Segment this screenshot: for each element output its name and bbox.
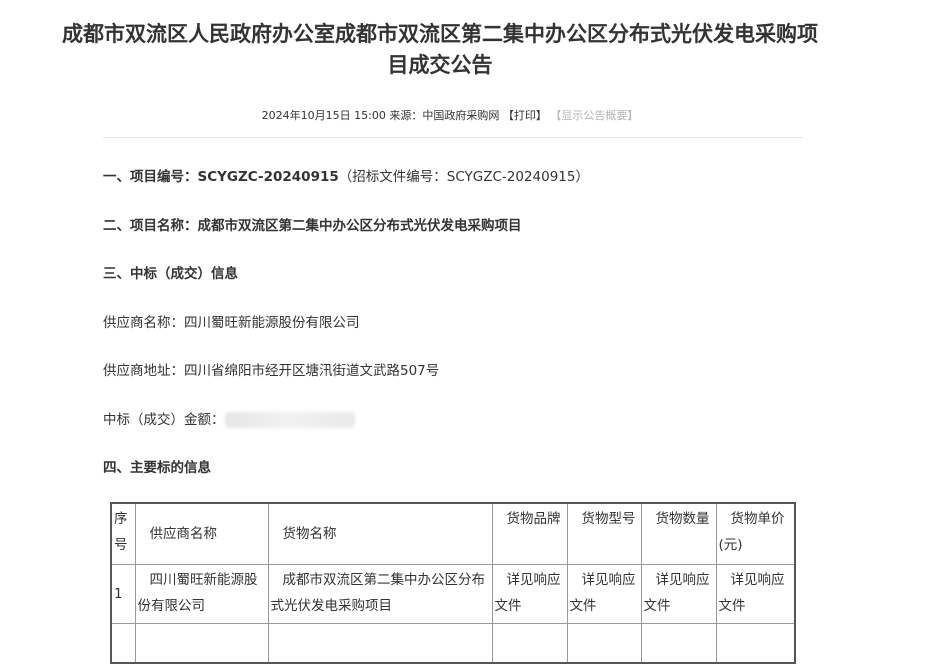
cell-goods-name: 成都市双流区第二集中办公区分布式光伏发电采购项目 xyxy=(267,564,493,624)
project-number-label: 一、项目编号： xyxy=(103,169,198,185)
project-name-label: 二、项目名称： xyxy=(103,218,198,234)
supplier-name: 供应商名称：四川蜀旺新能源股份有限公司 xyxy=(103,315,360,331)
project-number-value: SCYGZC-20240915 xyxy=(197,169,339,185)
project-number-row: 一、项目编号：SCYGZC-20240915（招标文件编号：SCYGZC-202… xyxy=(103,167,589,187)
publish-date: 2024年10月15日 15:00 xyxy=(261,109,386,122)
empty-cell xyxy=(715,623,796,664)
header-cell-brand: 货物品牌 xyxy=(491,502,568,565)
empty-cell xyxy=(267,623,493,664)
empty-cell xyxy=(491,623,568,664)
source-label: 来源：中国政府采购网 xyxy=(389,109,500,122)
cell-supplier: 四川蜀旺新能源股份有限公司 xyxy=(134,564,269,624)
announcement-page: 成都市双流区人民政府办公室成都市双流区第二集中办公区分布式光伏发电采购项 目成交… xyxy=(0,0,934,671)
empty-cell xyxy=(134,623,269,664)
print-link[interactable]: 【打印】 xyxy=(503,109,547,122)
header-cell-model: 货物型号 xyxy=(566,502,642,565)
cell-index: 1 xyxy=(110,564,136,624)
empty-cell xyxy=(110,623,136,664)
award-amount-redacted xyxy=(224,412,355,428)
cell-quantity: 详见响应文件 xyxy=(640,564,717,624)
supplier-address: 供应商地址：四川省绵阳市经开区塘汛街道文武路507号 xyxy=(103,363,440,379)
header-cell-unit-price: 货物单价(元) xyxy=(715,502,796,565)
page-title: 成都市双流区人民政府办公室成都市双流区第二集中办公区分布式光伏发电采购项 目成交… xyxy=(0,19,880,81)
project-name-value: 成都市双流区第二集中办公区分布式光伏发电采购项目 xyxy=(197,218,522,234)
cell-unit-price: 详见响应文件 xyxy=(715,564,796,624)
table-row-empty xyxy=(110,623,796,664)
cell-brand: 详见响应文件 xyxy=(491,564,568,624)
main-items-table: 序号 供应商名称 货物名称 货物品牌 货物型号 货物数量 货物单价(元) 1 四… xyxy=(110,502,796,664)
award-amount-label: 中标（成交）金额： xyxy=(103,412,225,428)
main-items-heading: 四、主要标的信息 xyxy=(103,460,211,476)
header-cell-supplier: 供应商名称 xyxy=(134,502,269,565)
header-cell-index: 序号 xyxy=(110,502,136,565)
tender-doc-number: （招标文件编号：SCYGZC-20240915） xyxy=(338,169,589,185)
meta-line: 2024年10月15日 15:00 来源：中国政府采购网 【打印】 【显示公告概… xyxy=(0,108,900,124)
empty-cell xyxy=(640,623,717,664)
award-amount-row: 中标（成交）金额： xyxy=(103,410,355,430)
header-cell-quantity: 货物数量 xyxy=(640,502,717,565)
table-row: 1 四川蜀旺新能源股份有限公司 成都市双流区第二集中办公区分布式光伏发电采购项目… xyxy=(110,564,796,624)
empty-cell xyxy=(566,623,642,664)
page-title-line2: 目成交公告 xyxy=(387,53,493,77)
header-divider xyxy=(103,137,803,138)
table-header-row: 序号 供应商名称 货物名称 货物品牌 货物型号 货物数量 货物单价(元) xyxy=(110,502,796,565)
cell-model: 详见响应文件 xyxy=(566,564,642,624)
page-title-line1: 成都市双流区人民政府办公室成都市双流区第二集中办公区分布式光伏发电采购项 xyxy=(62,22,818,46)
show-summary-link[interactable]: 【显示公告概要】 xyxy=(550,109,638,122)
header-cell-goods-name: 货物名称 xyxy=(267,502,493,565)
project-name-row: 二、项目名称：成都市双流区第二集中办公区分布式光伏发电采购项目 xyxy=(103,216,522,236)
award-info-heading: 三、中标（成交）信息 xyxy=(103,266,238,282)
